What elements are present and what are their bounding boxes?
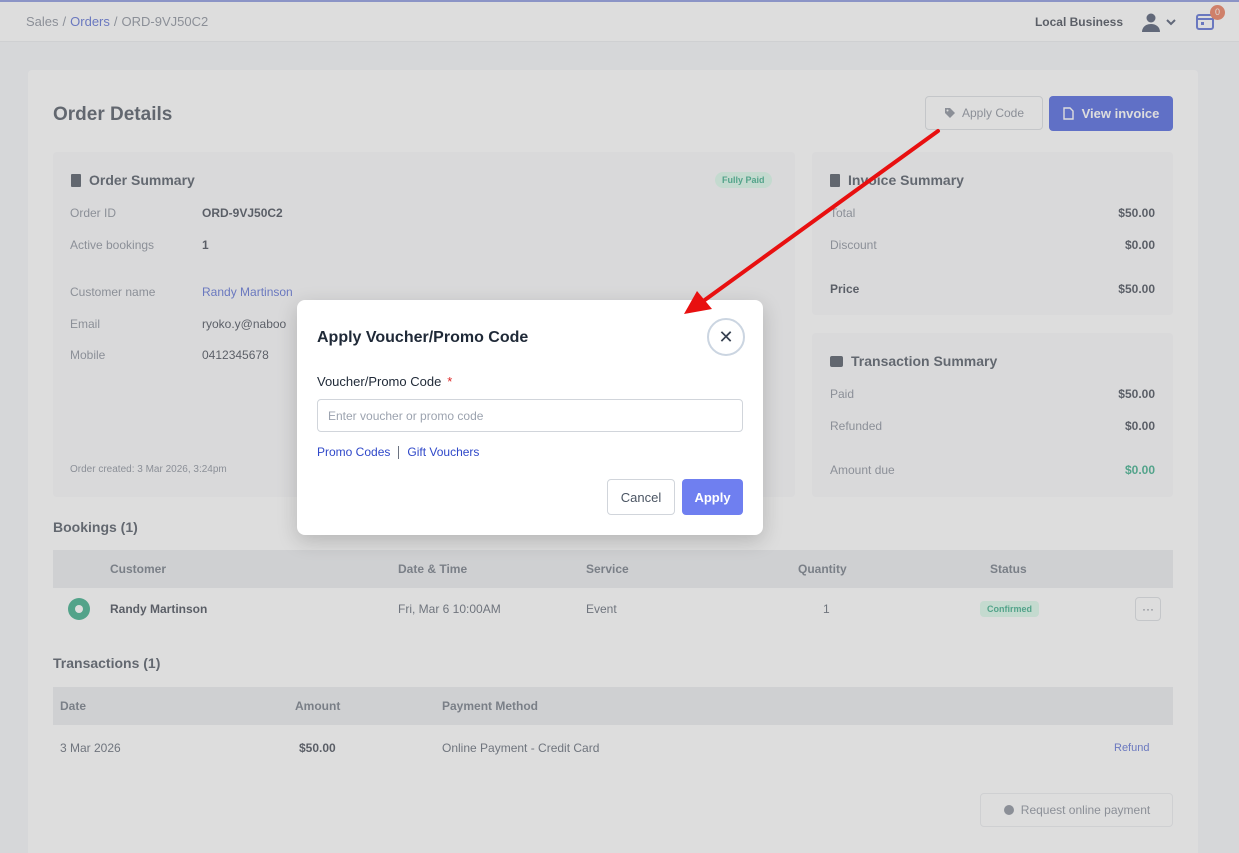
voucher-field-label-text: Voucher/Promo Code: [317, 374, 442, 389]
promo-codes-link[interactable]: Promo Codes: [317, 445, 390, 459]
gift-vouchers-link[interactable]: Gift Vouchers: [407, 445, 479, 459]
close-button[interactable]: ✕: [707, 318, 745, 356]
link-divider: [398, 445, 400, 459]
apply-button[interactable]: Apply: [682, 479, 743, 515]
apply-voucher-modal: Apply Voucher/Promo Code ✕ Voucher/Promo…: [297, 300, 763, 535]
voucher-field-label: Voucher/Promo Code *: [317, 374, 452, 389]
modal-title: Apply Voucher/Promo Code: [317, 329, 529, 346]
voucher-code-input[interactable]: [317, 399, 743, 432]
close-icon: ✕: [718, 326, 734, 347]
required-mark: *: [447, 374, 453, 389]
code-type-links: Promo Codes Gift Vouchers: [317, 445, 479, 459]
cancel-button[interactable]: Cancel: [607, 479, 675, 515]
